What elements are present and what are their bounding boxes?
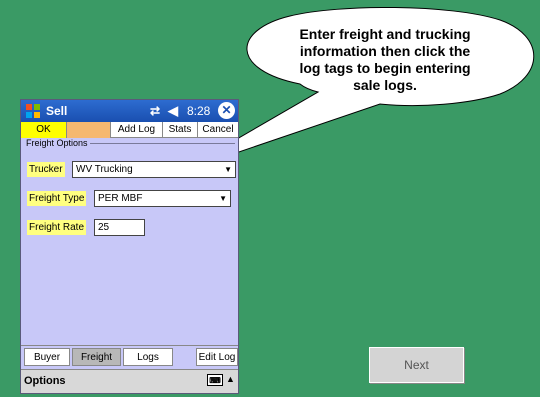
keyboard-icon[interactable]: ⌨ xyxy=(207,374,223,386)
freight-options-label: Freight Options xyxy=(24,138,90,148)
cancel-button[interactable]: Cancel xyxy=(198,122,238,138)
callout-line: sale logs. xyxy=(353,77,417,93)
freight-type-select[interactable]: PER MBF ▼ xyxy=(94,190,231,207)
windows-flag-icon[interactable] xyxy=(25,103,41,119)
title-bar: Sell ⇄ ◀ 8:28 ✕ xyxy=(21,100,238,122)
pocket-pc-window: Sell ⇄ ◀ 8:28 ✕ OK Add Log Stats Cancel … xyxy=(20,99,239,394)
chevron-up-icon[interactable]: ▲ xyxy=(226,374,235,384)
add-log-button[interactable]: Add Log xyxy=(111,122,163,138)
menu-bar: Options ⌨ ▲ xyxy=(21,369,238,393)
trucker-label: Trucker xyxy=(27,162,65,177)
tab-edit-log[interactable]: Edit Log xyxy=(196,348,238,366)
freight-rate-label: Freight Rate xyxy=(27,220,87,235)
toolbar: OK Add Log Stats Cancel xyxy=(21,122,238,138)
tab-logs[interactable]: Logs xyxy=(123,348,173,366)
trucker-select[interactable]: WV Trucking ▼ xyxy=(72,161,236,178)
callout-line: information then click the xyxy=(299,43,471,59)
sync-icon[interactable]: ⇄ xyxy=(150,104,160,118)
callout-line: log tags to begin entering xyxy=(299,60,471,76)
freight-type-value: PER MBF xyxy=(98,193,143,204)
stats-button[interactable]: Stats xyxy=(163,122,198,138)
callout-text: Enter freight and trucking information t… xyxy=(265,26,505,94)
callout-line: Enter freight and trucking xyxy=(299,26,471,42)
chevron-down-icon[interactable]: ▼ xyxy=(224,162,232,177)
tab-freight[interactable]: Freight xyxy=(72,348,121,366)
freight-rate-input[interactable]: 25 xyxy=(94,219,145,236)
toolbar-blank xyxy=(67,122,111,138)
freight-type-label: Freight Type xyxy=(27,191,87,206)
close-icon[interactable]: ✕ xyxy=(218,102,235,119)
trucker-value: WV Trucking xyxy=(76,164,133,175)
chevron-down-icon[interactable]: ▼ xyxy=(219,191,227,206)
ok-button[interactable]: OK xyxy=(21,122,67,138)
window-title: Sell xyxy=(46,104,68,118)
options-menu[interactable]: Options xyxy=(24,375,66,387)
tab-buyer[interactable]: Buyer xyxy=(24,348,70,366)
tab-bar: Buyer Freight Logs Edit Log xyxy=(21,345,238,366)
next-button[interactable]: Next xyxy=(369,347,464,383)
clock[interactable]: 8:28 xyxy=(187,104,210,118)
volume-icon[interactable]: ◀ xyxy=(168,103,178,119)
